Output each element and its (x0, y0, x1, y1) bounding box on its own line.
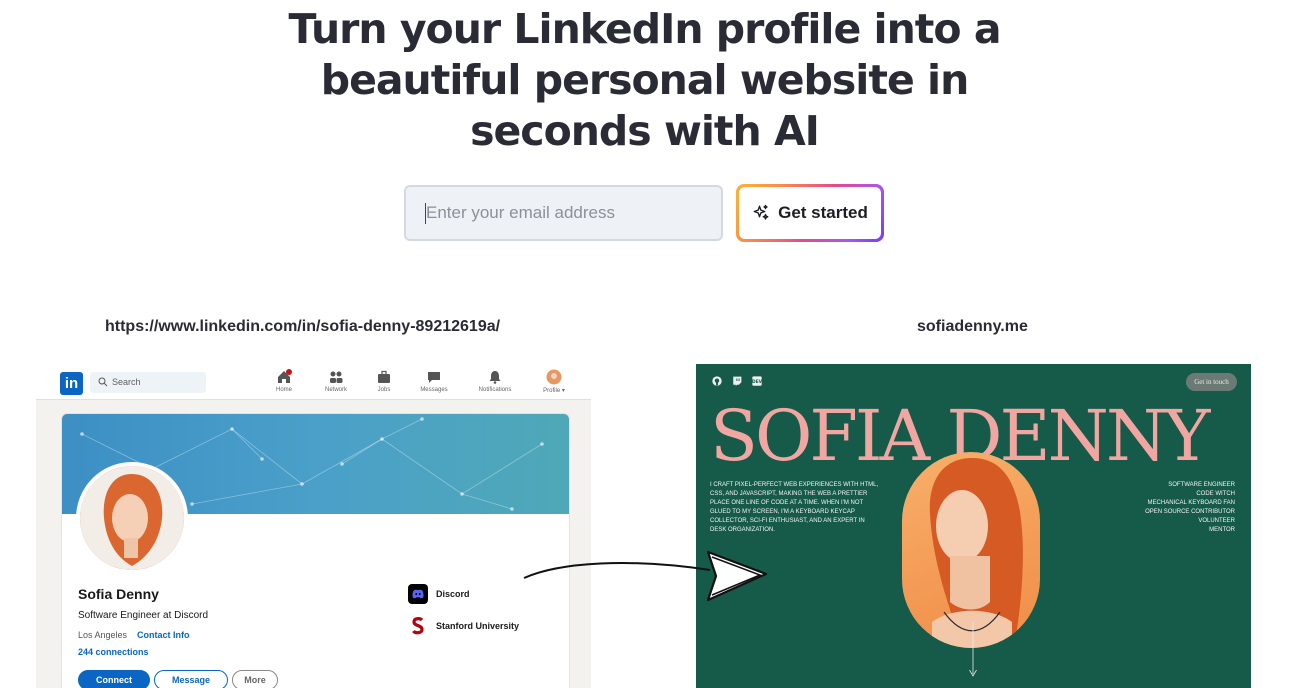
email-input[interactable] (404, 185, 723, 241)
linkedin-logo: in (60, 372, 83, 395)
site-tag: Software Engineer (1168, 482, 1235, 488)
site-tag: Mechanical Keyboard Fan (1147, 500, 1235, 506)
site-tag: Volunteer (1198, 518, 1235, 524)
scroll-down-arrow-icon (969, 622, 977, 677)
org-name: Discord (436, 589, 470, 599)
briefcase-icon (378, 370, 390, 383)
stanford-logo (408, 616, 428, 636)
site-intro-text: I craft pixel-perfect web experiences wi… (710, 482, 879, 533)
profile-headline: Software Engineer at Discord (78, 610, 209, 621)
search-icon (98, 377, 108, 387)
nav-home: Home (262, 369, 306, 393)
hero-title-line: beautiful personal website in (320, 56, 970, 104)
contact-info-link: Contact Info (137, 630, 190, 640)
message-button: Message (154, 670, 228, 688)
nav-label: Profile ▾ (543, 388, 565, 394)
social-icons: DEV (712, 376, 762, 386)
text-caret (425, 203, 426, 224)
bell-icon (489, 371, 501, 384)
get-started-label: Get started (778, 203, 868, 222)
nav-notifications: Notifications (473, 369, 517, 393)
network-icon (330, 371, 343, 383)
sparkles-icon (753, 204, 769, 220)
message-label: Message (171, 675, 211, 685)
connect-button: Connect (78, 670, 150, 688)
profile-photo (76, 462, 188, 574)
hero-title-line: Turn your LinkedIn profile into a (288, 5, 1001, 53)
connect-label: Connect (96, 675, 132, 685)
personal-site-preview: DEV Get in touch SOFIA DENNY I craft pix… (696, 364, 1251, 688)
org-discord: Discord (408, 584, 470, 604)
discord-logo (408, 584, 428, 604)
linkedin-navbar: in Search Home Network Jobs Messages Not… (36, 364, 591, 400)
message-icon (428, 372, 440, 383)
org-name: Stanford University (436, 621, 520, 631)
profile-avatar (546, 369, 562, 385)
hero-title-line: seconds with AI (470, 107, 820, 155)
nav-network: Network (314, 369, 358, 393)
site-tag: Open Source Contributor (1145, 509, 1235, 515)
nav-label: Home (275, 387, 292, 393)
nav-label: Notifications (478, 387, 512, 393)
profile-location: Los Angeles (78, 630, 128, 640)
more-label: More (244, 675, 266, 685)
more-button: More (232, 670, 278, 688)
profile-name: Sofia Denny (78, 586, 159, 602)
nav-jobs: Jobs (362, 369, 406, 393)
org-stanford: Stanford University (408, 616, 519, 636)
nav-label: Network (324, 387, 347, 393)
site-tag: Code Witch (1196, 491, 1235, 497)
destination-url-label: sofiadenny.me (917, 318, 1028, 335)
site-tag-list: Software Engineer Code Witch Mechanical … (1145, 481, 1235, 535)
hero-title: Turn your LinkedIn profile into a beauti… (0, 4, 1289, 157)
github-icon (712, 376, 722, 386)
nav-label: Jobs (377, 387, 391, 393)
connections-count: 244 connections (78, 647, 149, 657)
twitch-icon (733, 376, 742, 386)
nav-profile: Profile ▾ (532, 369, 576, 394)
svg-text:DEV: DEV (752, 379, 762, 385)
site-tag: Mentor (1209, 527, 1235, 533)
home-icon (278, 369, 292, 383)
site-portrait (902, 452, 1040, 648)
source-url-label: https://www.linkedin.com/in/sofia-denny-… (105, 318, 501, 335)
get-in-touch-button: Get in touch (1186, 373, 1237, 391)
nav-label: Messages (420, 387, 448, 393)
get-started-button[interactable]: Get started (736, 184, 884, 242)
dev-icon: DEV (752, 376, 762, 386)
linkedin-profile-preview: in Search Home Network Jobs Messages Not… (36, 364, 591, 688)
transform-arrow-icon (523, 550, 768, 602)
profile-card: Sofia Denny Software Engineer at Discord… (61, 413, 570, 688)
nav-messages: Messages (412, 369, 456, 393)
